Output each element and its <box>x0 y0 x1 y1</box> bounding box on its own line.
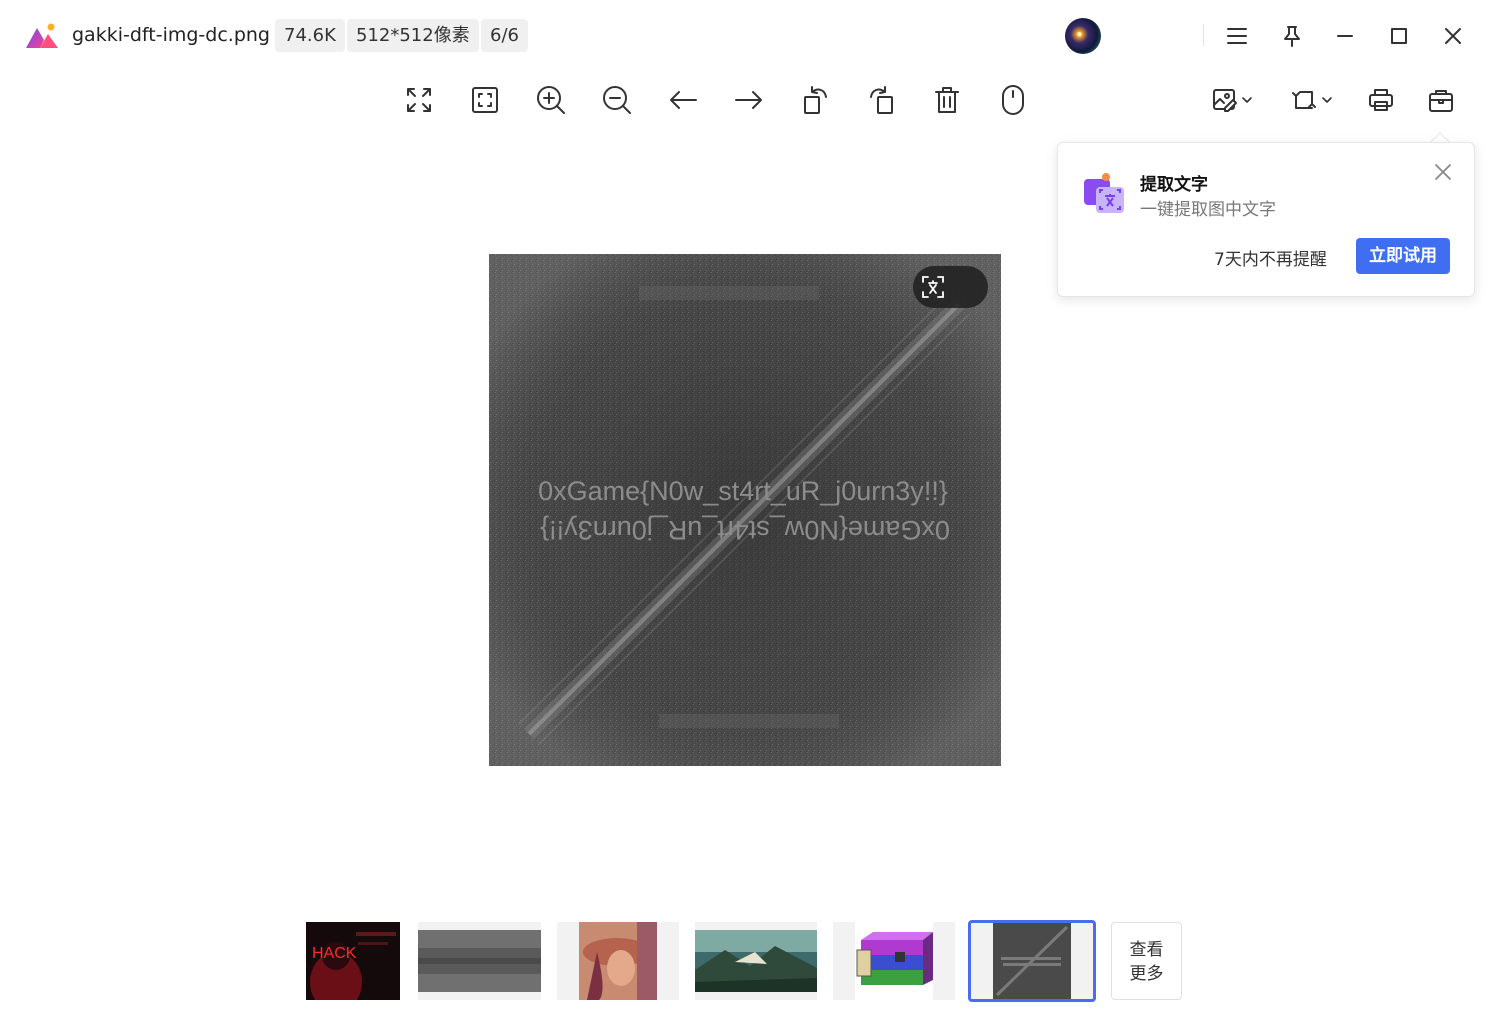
blur-thumbnail-image <box>418 922 541 1000</box>
thumbnail-5[interactable] <box>833 922 955 1000</box>
popup-title: 提取文字 <box>1140 175 1208 195</box>
mouse-icon <box>1002 85 1024 115</box>
file-name: gakki-dft-img-dc.png <box>72 24 270 46</box>
user-avatar[interactable] <box>1065 18 1101 54</box>
hack-thumbnail-image: HACK <box>306 922 400 1000</box>
rotate-left-icon <box>804 86 827 114</box>
rotate-left-button[interactable] <box>796 80 836 120</box>
thumbnail-4[interactable] <box>695 922 817 1000</box>
dft-spectrum-image: 0xGame{N0w_st4rt_uR_j0urn3y!!} 0xGame{N0… <box>489 254 1001 766</box>
try-now-button[interactable]: 立即试用 <box>1356 238 1450 274</box>
view-more-label-line1: 查看 <box>1129 940 1164 960</box>
trash-icon <box>935 87 959 113</box>
image-position-badge: 6/6 <box>481 19 528 52</box>
title-bar: gakki-dft-img-dc.png 74.6K 512*512像素 6/6 <box>0 0 1489 70</box>
actual-size-button[interactable] <box>465 80 505 120</box>
scroll-mode-button[interactable] <box>993 80 1033 120</box>
arrow-right-icon <box>735 91 762 109</box>
thumbnail-6-selected[interactable] <box>968 920 1096 1002</box>
extract-text-popup: 提取文字 一键提取图中文字 7天内不再提醒 立即试用 <box>1057 142 1475 297</box>
hack-label: HACK <box>312 945 357 962</box>
ocr-toggle-pill[interactable] <box>913 266 988 308</box>
pin-icon <box>1284 26 1300 47</box>
winrar-thumbnail-image <box>833 922 955 1000</box>
dont-remind-link[interactable]: 7天内不再提醒 <box>1214 245 1327 270</box>
maximize-icon <box>1391 28 1407 44</box>
zoom-out-button[interactable] <box>597 80 637 120</box>
zoom-in-button[interactable] <box>531 80 571 120</box>
pin-button[interactable] <box>1276 20 1308 52</box>
spectrum-text-upright: 0xGame{N0w_st4rt_uR_j0urn3y!!} <box>538 476 948 506</box>
app-logo-icon <box>26 23 58 48</box>
menu-button[interactable] <box>1221 20 1253 52</box>
view-more-button[interactable]: 查看 更多 <box>1111 922 1182 1000</box>
thumbnail-1[interactable]: HACK <box>306 922 400 1000</box>
rotate-right-button[interactable] <box>861 80 901 120</box>
view-more-label-line2: 更多 <box>1129 964 1164 984</box>
image-edit-dropdown[interactable] <box>1209 80 1257 120</box>
toolbox-button[interactable] <box>1421 80 1461 120</box>
extract-text-icon <box>1084 173 1124 213</box>
fit-to-window-button[interactable] <box>399 80 439 120</box>
close-window-button[interactable] <box>1437 20 1469 52</box>
zoom-out-icon <box>603 86 631 114</box>
image-edit-icon <box>1213 89 1252 112</box>
delete-button[interactable] <box>927 80 967 120</box>
zoom-in-icon <box>537 86 565 114</box>
menu-icon <box>1227 28 1247 44</box>
print-button[interactable] <box>1361 80 1401 120</box>
minimize-icon <box>1337 35 1353 37</box>
titlebar-divider <box>1203 24 1204 46</box>
toolbox-icon <box>1429 90 1453 112</box>
rotate-right-icon <box>870 86 893 114</box>
maximize-button[interactable] <box>1383 20 1415 52</box>
landscape-thumbnail-image <box>695 922 817 1000</box>
next-image-button[interactable] <box>729 80 769 120</box>
portrait-thumbnail-image <box>557 922 679 1000</box>
previous-image-button[interactable] <box>663 80 703 120</box>
popup-subtitle: 一键提取图中文字 <box>1140 200 1276 220</box>
crop-rotate-icon <box>1292 91 1332 109</box>
file-size-badge: 74.6K <box>275 19 345 52</box>
close-icon <box>1445 28 1461 44</box>
close-icon[interactable] <box>1432 161 1454 183</box>
printer-icon <box>1369 89 1393 111</box>
text-recognition-icon <box>922 276 944 298</box>
image-dimensions-badge: 512*512像素 <box>347 19 479 52</box>
thumbnail-3[interactable] <box>557 922 679 1000</box>
arrow-left-icon <box>670 91 697 109</box>
crop-dropdown[interactable] <box>1289 80 1337 120</box>
spectrum-text-inverted: 0xGame{N0w_st4rt_uR_j0urn3y!!} <box>540 515 950 545</box>
thumbnail-2[interactable] <box>418 922 541 1000</box>
minimize-button[interactable] <box>1329 20 1361 52</box>
dft-thumbnail-image <box>971 923 1093 999</box>
main-image-view: 0xGame{N0w_st4rt_uR_j0urn3y!!} 0xGame{N0… <box>489 254 1001 766</box>
fullscreen-frame-icon <box>472 87 498 113</box>
expand-arrows-icon <box>407 88 431 112</box>
